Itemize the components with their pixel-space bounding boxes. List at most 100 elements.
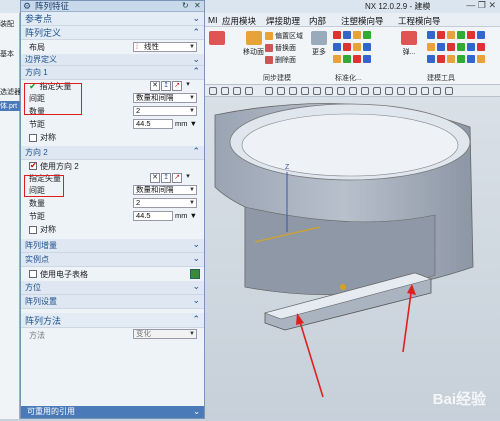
toolbar-icon[interactable] xyxy=(445,87,453,95)
ribbon-tool-row6[interactable] xyxy=(427,55,485,63)
vector-inference-icon[interactable]: ↗ xyxy=(172,81,182,91)
instance-point xyxy=(340,284,346,290)
toolbar-icon[interactable] xyxy=(349,87,357,95)
direction2-symmetric-checkbox[interactable] xyxy=(29,225,37,234)
left-strip-part[interactable]: 体.prt xyxy=(0,101,20,111)
spreadsheet-icon[interactable] xyxy=(190,269,200,279)
vector-dialog-icon[interactable]: ↥ xyxy=(161,173,171,183)
toolbar-icon[interactable] xyxy=(233,87,241,95)
menu-item-internal[interactable]: 内部 xyxy=(309,15,326,27)
delete-face-button[interactable]: 删除面 xyxy=(265,55,296,65)
toolbar-icon[interactable] xyxy=(221,87,229,95)
toolbar-icon[interactable] xyxy=(397,87,405,95)
dropdown-arrow-icon: ▼ xyxy=(189,200,195,206)
instance-point-section[interactable]: 实例点 ⌄ xyxy=(21,253,204,267)
toolbar-icon[interactable] xyxy=(421,87,429,95)
highlight-direction1 xyxy=(24,83,82,115)
menu-item-mold-wizard[interactable]: 注塑模向导 xyxy=(341,15,384,27)
menu-item-welding[interactable]: 焊接助理 xyxy=(266,15,300,27)
ribbon-tool-row5[interactable] xyxy=(427,43,485,51)
direction1-pitch-row: 节距 44.5 mm ▼ xyxy=(29,119,198,129)
method-select[interactable]: 变化 ▼ xyxy=(133,329,197,339)
gear-icon: ⚙ xyxy=(23,0,32,11)
use-direction2-checkbox[interactable] xyxy=(29,161,37,170)
ribbon-tool-row2[interactable] xyxy=(333,43,371,51)
dropdown-arrow-icon: ▼ xyxy=(189,44,195,50)
direction2-count-input[interactable]: 2 ▼ xyxy=(133,198,197,208)
dropdown-arrow-icon[interactable]: ▾ xyxy=(183,81,193,91)
ref-point-section[interactable]: 参考点 ⌄ xyxy=(21,12,204,26)
menu-item-mi[interactable]: MI xyxy=(208,15,217,25)
boundary-definition-section[interactable]: 边界定义 ⌄ xyxy=(21,54,204,66)
array-settings-section[interactable]: 阵列设置 ⌄ xyxy=(21,295,204,309)
offset-region-icon xyxy=(265,32,273,40)
left-strip-assembly[interactable]: 装配 xyxy=(0,19,20,29)
tool-icon xyxy=(401,31,417,45)
replace-face-button[interactable]: 替换面 xyxy=(265,43,296,53)
toolbar-icon[interactable] xyxy=(313,87,321,95)
close-icon[interactable]: ✕ xyxy=(194,1,201,10)
layout-select[interactable]: ⁞ 线性 ▼ xyxy=(133,42,197,52)
graphics-viewport[interactable]: Z Bai经验 xyxy=(205,97,500,419)
toolbar-icon[interactable] xyxy=(361,87,369,95)
toolbar-icon[interactable] xyxy=(277,87,285,95)
direction1-symmetric-checkbox[interactable] xyxy=(29,133,37,142)
vector-inference-icon[interactable]: ↗ xyxy=(172,173,182,183)
orientation-section[interactable]: 方位 ⌄ xyxy=(21,281,204,295)
toolbar-icon[interactable] xyxy=(337,87,345,95)
pitch-unit-select[interactable]: mm ▼ xyxy=(175,211,197,220)
direction1-spacing-select[interactable]: 数量和间隔 ▼ xyxy=(133,93,197,103)
direction2-spacing-select[interactable]: 数量和间隔 ▼ xyxy=(133,185,197,195)
ribbon-tool-row4[interactable] xyxy=(427,31,485,39)
array-method-section[interactable]: 阵列方法 ⌃ xyxy=(21,313,204,328)
direction1-header[interactable]: 方向 1 ⌃ xyxy=(21,66,204,80)
ribbon-tool-row3[interactable] xyxy=(333,55,371,63)
group-build-tools: 建模工具 xyxy=(427,75,455,82)
left-strip-filter[interactable]: 选滤器 xyxy=(0,87,20,97)
toolbar-icon[interactable] xyxy=(301,87,309,95)
array-increment-section[interactable]: 阵列增量 ⌄ xyxy=(21,239,204,253)
left-strip-basic[interactable]: 基本 xyxy=(0,49,20,59)
direction2-header[interactable]: 方向 2 ⌃ xyxy=(21,146,204,160)
toolbar-icon[interactable] xyxy=(245,87,253,95)
ribbon: 移动面 偏置区域 替换面 删除面 更多 弹... 同步建模 标准化... 建模工… xyxy=(205,27,500,85)
menu-item-application[interactable]: 应用模块 xyxy=(222,15,256,27)
toolbar-icon[interactable] xyxy=(373,87,381,95)
reset-icon[interactable]: ↻ xyxy=(182,1,189,10)
toolbar-icon[interactable] xyxy=(409,87,417,95)
toolbar-icon[interactable] xyxy=(289,87,297,95)
highlight-direction2 xyxy=(24,175,64,197)
svg-text:Z: Z xyxy=(285,164,290,171)
chevron-up-icon: ⌃ xyxy=(192,314,200,324)
use-spreadsheet-checkbox[interactable] xyxy=(29,270,37,278)
move-face-button[interactable]: 移动面 xyxy=(243,31,264,57)
reusable-reference-section[interactable]: 可重用的引用 ⌄ xyxy=(21,406,204,418)
direction2-symmetric-row: 对称 xyxy=(21,223,204,236)
toolbar-icon[interactable] xyxy=(385,87,393,95)
offset-region-button[interactable]: 偏置区域 xyxy=(265,31,303,41)
direction2-pitch-input[interactable]: 44.5 xyxy=(133,211,173,221)
toolbar-icon[interactable] xyxy=(325,87,333,95)
ribbon-icon-1[interactable] xyxy=(209,31,225,47)
direction2-pitch-row: 节距 44.5 mm ▼ xyxy=(29,211,198,221)
dropdown-arrow-icon[interactable]: ▾ xyxy=(183,173,193,183)
chevron-down-icon: ⌄ xyxy=(192,295,200,305)
more-button[interactable]: 更多 xyxy=(311,31,327,57)
reverse-direction-icon[interactable]: ✕ xyxy=(150,81,160,91)
vector-dialog-icon[interactable]: ↥ xyxy=(161,81,171,91)
arrow-1 xyxy=(299,321,324,398)
ribbon-tool-row1[interactable] xyxy=(333,31,371,39)
toolbar-icon[interactable] xyxy=(209,87,217,95)
direction1-pitch-input[interactable]: 44.5 xyxy=(133,119,173,129)
tool-button[interactable]: 弹... xyxy=(401,31,417,57)
reverse-direction-icon[interactable]: ✕ xyxy=(150,173,160,183)
window-controls[interactable]: — ❐ ✕ xyxy=(466,0,496,11)
toolbar-icon[interactable] xyxy=(265,87,273,95)
pitch-unit-select[interactable]: mm ▼ xyxy=(175,119,197,128)
chevron-down-icon: ⌄ xyxy=(192,253,200,263)
array-definition-section[interactable]: 阵列定义 ⌃ xyxy=(21,26,204,40)
menu-item-eng-mold-wizard[interactable]: 工程模向导 xyxy=(398,15,441,27)
toolbar-icon[interactable] xyxy=(433,87,441,95)
direction1-count-input[interactable]: 2 ▼ xyxy=(133,106,197,116)
delete-face-icon xyxy=(265,56,273,64)
